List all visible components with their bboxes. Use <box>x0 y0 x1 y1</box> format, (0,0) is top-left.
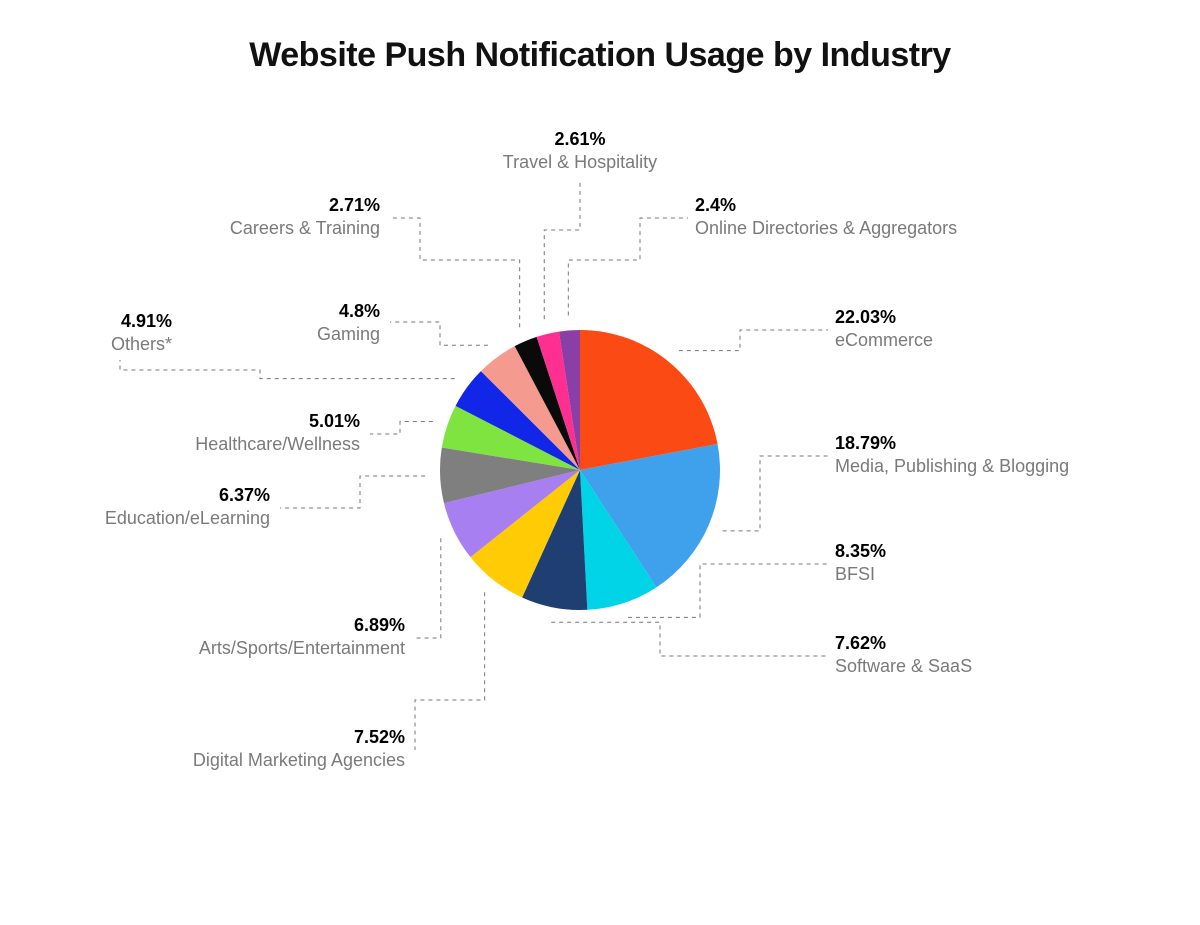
leader-line <box>568 218 688 315</box>
pct-health: 5.01% <box>110 410 360 433</box>
name-media: Media, Publishing & Blogging <box>835 455 1069 478</box>
label-travel: 2.61% Travel & Hospitality <box>470 128 690 175</box>
label-ecommerce: 22.03% eCommerce <box>835 306 933 353</box>
label-arts: 6.89% Arts/Sports/Entertainment <box>80 614 405 661</box>
label-others: 4.91% Others* <box>20 310 172 357</box>
name-travel: Travel & Hospitality <box>470 151 690 174</box>
leader-line <box>544 180 580 319</box>
name-ecommerce: eCommerce <box>835 329 933 352</box>
label-dirs: 2.4% Online Directories & Aggregators <box>695 194 957 241</box>
label-media: 18.79% Media, Publishing & Blogging <box>835 432 1069 479</box>
name-gaming: Gaming <box>210 323 380 346</box>
name-careers: Careers & Training <box>130 217 380 240</box>
leader-line <box>390 322 488 345</box>
leader-line <box>280 476 425 508</box>
pct-media: 18.79% <box>835 432 1069 455</box>
pct-careers: 2.71% <box>130 194 380 217</box>
pct-bfsi: 8.35% <box>835 540 886 563</box>
pct-travel: 2.61% <box>470 128 690 151</box>
pct-saas: 7.62% <box>835 632 972 655</box>
pct-dirs: 2.4% <box>695 194 957 217</box>
leader-line <box>120 360 455 379</box>
leader-line <box>415 538 441 638</box>
leader-line <box>679 330 828 351</box>
name-saas: Software & SaaS <box>835 655 972 678</box>
label-gaming: 4.8% Gaming <box>210 300 380 347</box>
pct-dma: 7.52% <box>100 726 405 749</box>
name-arts: Arts/Sports/Entertainment <box>80 637 405 660</box>
leader-line <box>390 218 520 327</box>
label-bfsi: 8.35% BFSI <box>835 540 886 587</box>
name-bfsi: BFSI <box>835 563 886 586</box>
name-edu: Education/eLearning <box>0 507 270 530</box>
leader-line <box>370 421 433 434</box>
leader-line <box>723 456 828 531</box>
name-dma: Digital Marketing Agencies <box>100 749 405 772</box>
pct-arts: 6.89% <box>80 614 405 637</box>
pct-edu: 6.37% <box>0 484 270 507</box>
label-health: 5.01% Healthcare/Wellness <box>110 410 360 457</box>
name-others: Others* <box>20 333 172 356</box>
pct-gaming: 4.8% <box>210 300 380 323</box>
name-health: Healthcare/Wellness <box>110 433 360 456</box>
name-dirs: Online Directories & Aggregators <box>695 217 957 240</box>
label-saas: 7.62% Software & SaaS <box>835 632 972 679</box>
label-dma: 7.52% Digital Marketing Agencies <box>100 726 405 773</box>
label-careers: 2.71% Careers & Training <box>130 194 380 241</box>
leader-line <box>415 592 485 750</box>
pct-ecommerce: 22.03% <box>835 306 933 329</box>
pie-group <box>440 330 720 610</box>
pct-others: 4.91% <box>20 310 172 333</box>
label-edu: 6.37% Education/eLearning <box>0 484 270 531</box>
leader-line <box>551 622 828 656</box>
